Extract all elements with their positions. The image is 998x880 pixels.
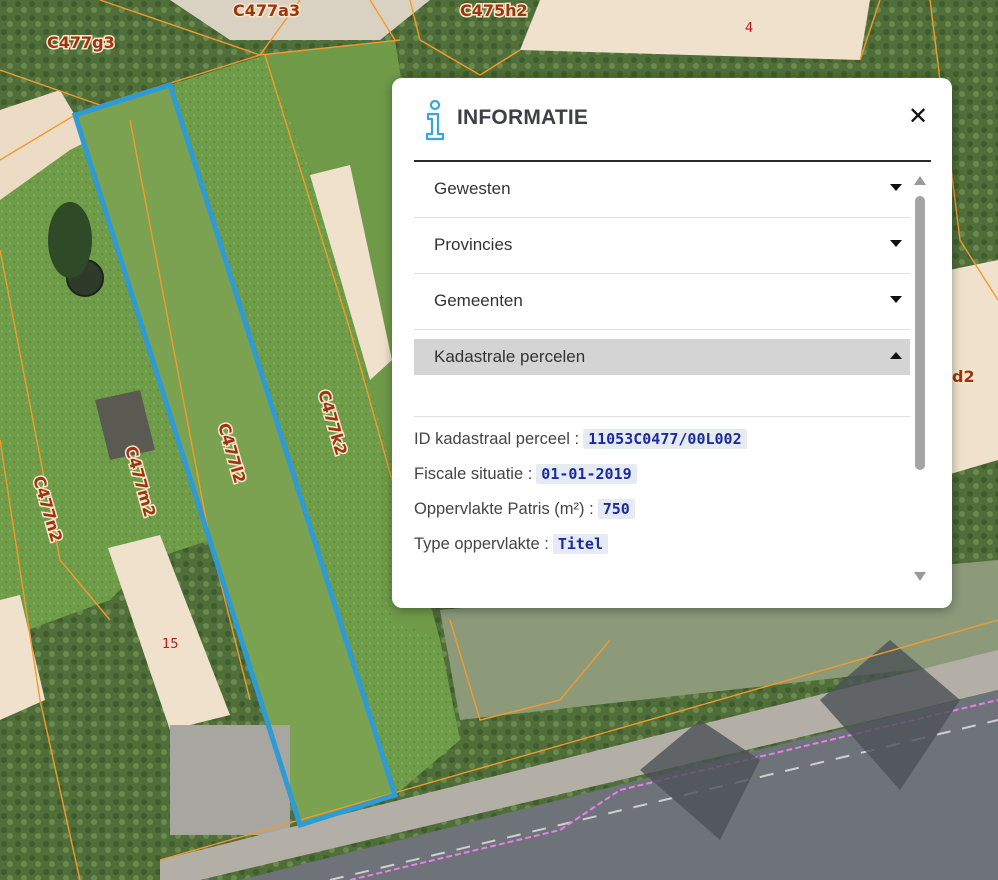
property-value: 750: [597, 499, 635, 519]
accordion-kadastrale-percelen[interactable]: Kadastrale percelen: [414, 339, 910, 375]
accordion-label: Gemeenten: [434, 291, 523, 310]
caret-down-icon: [890, 184, 902, 191]
house-number: 4: [745, 21, 753, 36]
accordion-label: Gewesten: [434, 179, 511, 198]
property-row: ID kadastraal perceel :11053C0477/00L002: [414, 429, 747, 449]
property-label: Oppervlakte Patris (m²) :: [414, 500, 594, 518]
roof-top-right: [520, 0, 870, 60]
property-value: 11053C0477/00L002: [583, 429, 747, 449]
scroll-down-icon[interactable]: [914, 572, 926, 581]
scroll-up-icon[interactable]: [914, 176, 926, 185]
accordion-provincies[interactable]: Provincies: [414, 218, 910, 274]
panel-content[interactable]: Gewesten Provincies Gemeenten Kadastrale…: [414, 162, 910, 592]
property-row: Oppervlakte Patris (m²) :750: [414, 499, 635, 519]
property-label: Type oppervlakte :: [414, 535, 549, 553]
property-row: Fiscale situatie :01-01-2019: [414, 464, 637, 484]
house-number: 15: [162, 637, 179, 652]
parcel-label: C475h2: [460, 1, 528, 20]
accordion-gewesten[interactable]: Gewesten: [414, 162, 910, 218]
scrollbar-thumb[interactable]: [915, 196, 925, 470]
panel-title: INFORMATIE: [457, 106, 589, 129]
accordion-label: Kadastrale percelen: [434, 347, 586, 366]
property-row: Type oppervlakte : Titel: [414, 534, 608, 554]
info-panel: INFORMATIE ✕ Gewesten Provincies Gemeent…: [392, 78, 952, 608]
parcel-label: C477g3: [47, 33, 115, 52]
property-label: ID kadastraal perceel :: [414, 430, 580, 448]
caret-down-icon: [890, 240, 902, 247]
section-divider: [414, 416, 910, 417]
accordion-label: Provincies: [434, 235, 513, 254]
property-label: Fiscale situatie :: [414, 465, 533, 483]
property-value: 01-01-2019: [536, 464, 637, 484]
caret-down-icon: [890, 296, 902, 303]
accordion-gemeenten[interactable]: Gemeenten: [414, 274, 910, 330]
close-button[interactable]: ✕: [904, 102, 932, 130]
panel-header: INFORMATIE ✕: [414, 96, 934, 142]
parcel-label: d2: [952, 367, 975, 386]
property-value: Titel: [552, 534, 608, 554]
parcel-label: C477a3: [233, 1, 300, 20]
hedge: [48, 202, 92, 278]
caret-up-icon: [890, 352, 902, 359]
info-icon: [425, 100, 445, 141]
